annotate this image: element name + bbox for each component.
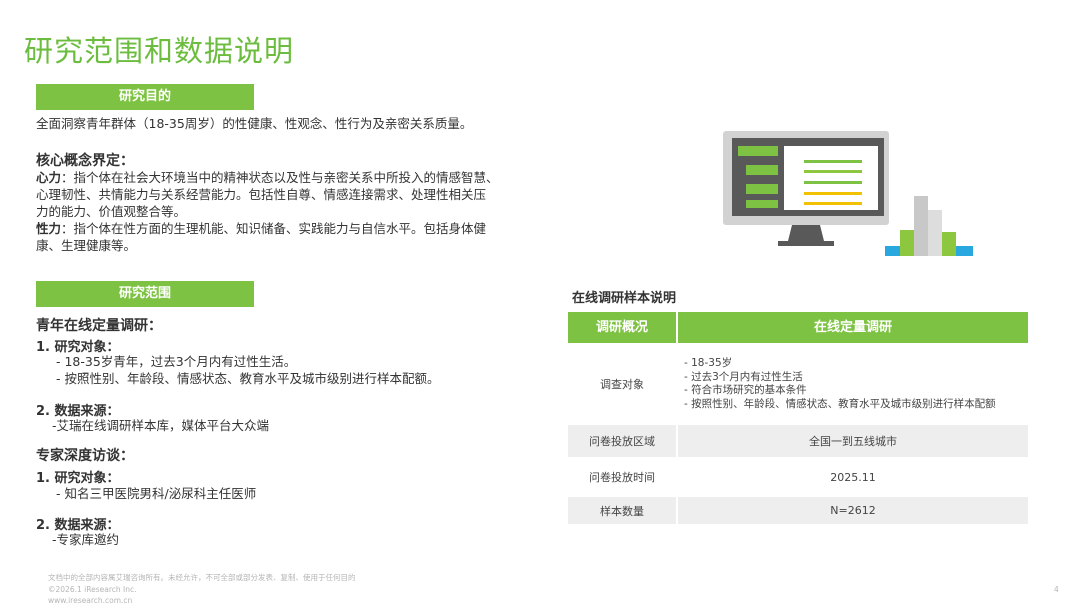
table-row-line: - 符合市场研究的基本条件	[684, 384, 807, 396]
table-row-value: - 18-35岁 - 过去3个月内有过性生活 - 符合市场研究的基本条件 - 按…	[684, 357, 1024, 411]
screen-line	[804, 160, 862, 163]
screen-line	[804, 181, 862, 184]
xinli-line: 心理韧性、共情能力与关系经营能力。包括性自尊、情感连接需求、处理性相关压	[36, 187, 487, 202]
table-row-label: 调查对象	[600, 378, 644, 391]
screen-block	[746, 165, 778, 175]
chart-bar	[928, 210, 942, 256]
xingli-line: 康、生理健康等。	[36, 238, 137, 253]
screen-line	[804, 202, 862, 205]
table-row-value: 全国一到五线城市	[678, 425, 1028, 457]
purpose-text: 全面洞察青年群体（18-35周岁）的性健康、性观念、性行为及亲密关系质量。	[36, 116, 473, 131]
expert-source-line: -专家库邀约	[52, 532, 120, 547]
screen-line	[804, 170, 862, 173]
xingli-term: 性力	[36, 221, 62, 236]
computer-monitor-chart-icon	[723, 131, 973, 256]
table-row-label: 问卷投放区域	[568, 425, 676, 457]
table-header-overview: 调研概况	[568, 312, 676, 343]
online-object-line: - 18-35岁青年，过去3个月内有过性生活。	[56, 354, 297, 369]
expert-object-line: - 知名三甲医院男科/泌尿科主任医师	[56, 486, 257, 501]
chart-bar	[942, 232, 956, 256]
table-header-online: 在线定量调研	[678, 312, 1028, 343]
screen-line	[804, 192, 862, 195]
table-row-line: - 按照性别、年龄段、情感状态、教育水平及城市级别进行样本配额	[684, 397, 996, 410]
page-title: 研究范围和数据说明	[24, 34, 295, 68]
table-row-label: 样本数量	[568, 497, 676, 524]
table-row-line: - 18-35岁	[684, 357, 733, 369]
monitor-neck	[788, 225, 824, 241]
xinli-line: 力的能力、价值观整合等。	[36, 204, 187, 219]
monitor-base	[778, 241, 834, 246]
table-row-label: 问卷投放时间	[589, 471, 655, 484]
table-title: 在线调研样本说明	[572, 291, 677, 306]
scope-tag: 研究范围	[36, 281, 254, 307]
xingli-line: ：指个体在性方面的生理机能、知识储备、实践能力与自信水平。包括身体健	[61, 221, 487, 236]
online-survey-heading: 青年在线定量调研：	[36, 318, 162, 334]
xinli-term: 心力	[36, 170, 62, 185]
screen-block	[738, 146, 778, 156]
screen-block	[746, 184, 778, 194]
table-row-value: N=2612	[678, 497, 1028, 524]
xinli-line: ：指个体在社会大环境当中的精神状态以及性与亲密关系中所投入的情感智慧、	[61, 170, 499, 185]
table-row-value: 2025.11	[830, 470, 876, 484]
chart-bar	[900, 230, 914, 256]
table-row-line: - 过去3个月内有过性生活	[684, 370, 803, 383]
expert-object-title: 1. 研究对象：	[36, 471, 120, 486]
purpose-tag: 研究目的	[36, 84, 254, 110]
expert-interview-heading: 专家深度访谈：	[36, 448, 134, 464]
footer-copyright: ©2026.1 iResearch Inc.	[48, 585, 137, 594]
concept-xinli: 心力：指个体在社会大环境当中的精神状态以及性与亲密关系中所投入的情感智慧、 心理…	[36, 169, 536, 254]
chart-bar	[914, 196, 928, 256]
footer-website: www.iresearch.com.cn	[48, 596, 133, 605]
online-object-line: - 按照性别、年龄段、情感状态、教育水平及城市级别进行样本配额。	[56, 371, 440, 386]
screen-block	[746, 200, 778, 208]
footer-disclaimer: 文档中的全部内容属艾瑞咨询所有。未经允许，不可全部或部分发表、复制、使用于任何目…	[48, 573, 356, 582]
page-number: 4	[1054, 585, 1059, 594]
online-source-line: -艾瑞在线调研样本库，媒体平台大众端	[52, 418, 270, 433]
concepts-heading: 核心概念界定：	[36, 153, 134, 169]
screen-panel	[784, 146, 878, 210]
